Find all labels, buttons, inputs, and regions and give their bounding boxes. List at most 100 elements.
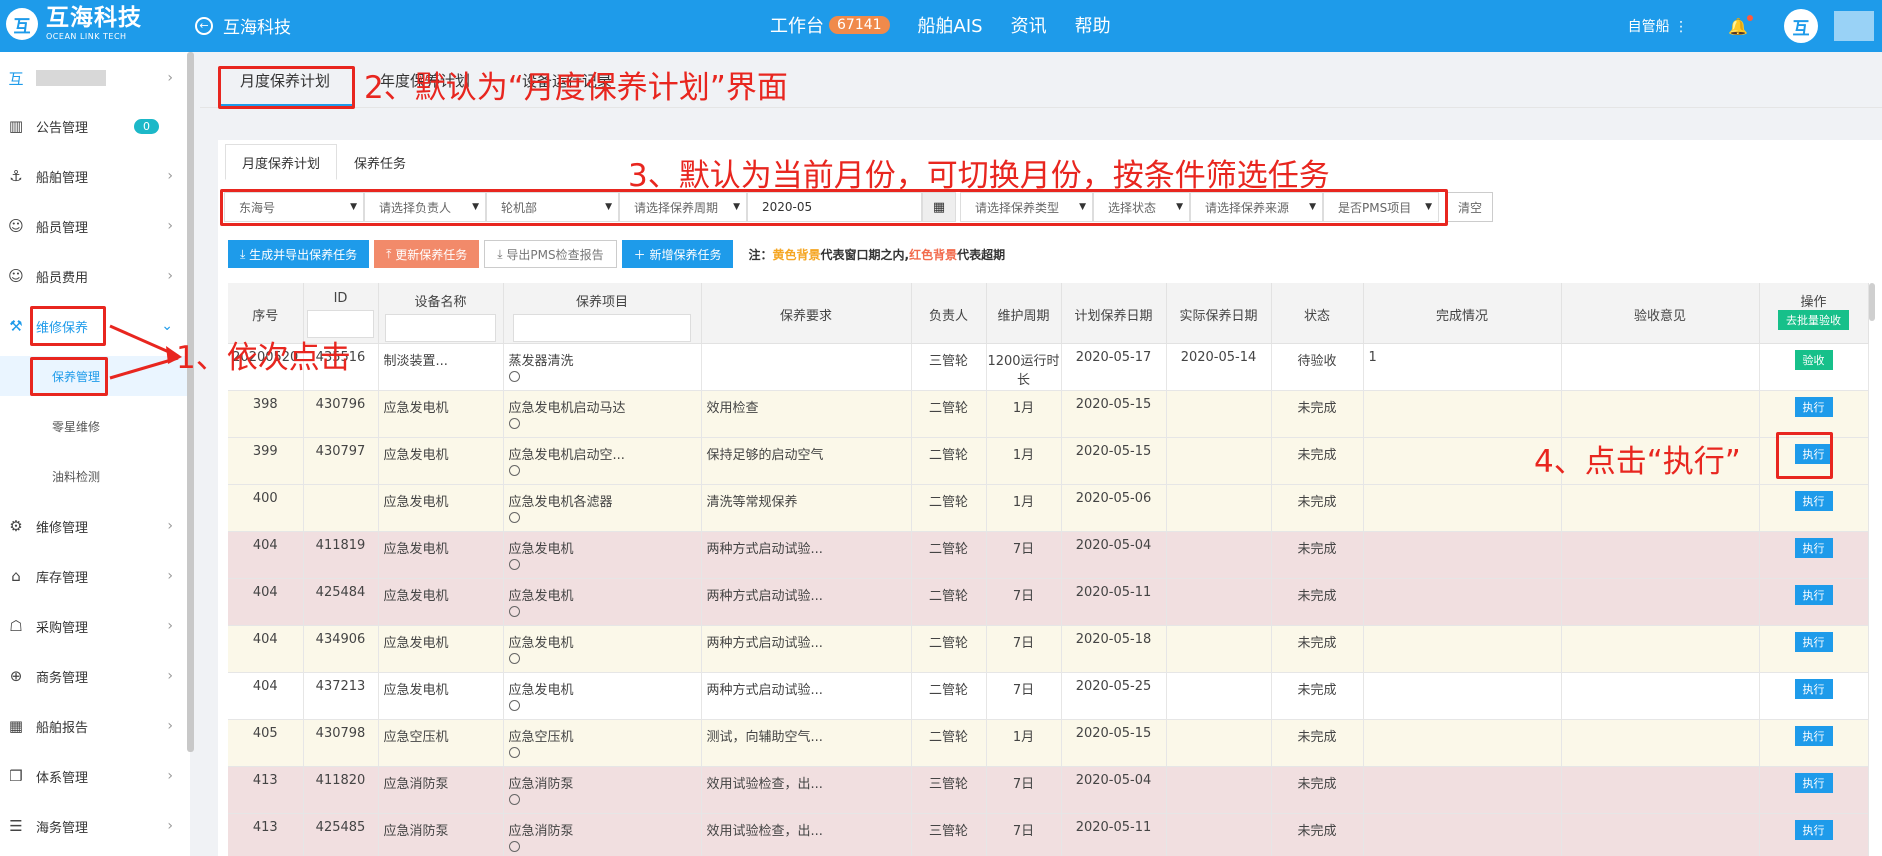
execute-button[interactable]: 执行 <box>1794 631 1833 652</box>
inner-tab-monthly-plan[interactable]: 月度保养计划 <box>225 144 338 180</box>
sidebar-item-repair-mgmt[interactable]: ⚙ 维修管理 › <box>0 506 187 546</box>
col-header-label: 状态 <box>1303 309 1330 324</box>
cell-no-text: 404 <box>252 537 278 553</box>
execute-button[interactable]: 执行 <box>1794 396 1833 417</box>
device-filter-input[interactable] <box>384 314 497 342</box>
cell-opinion <box>1561 719 1760 767</box>
table-row: 404 437213 应急发电机 应急发电机 两种方式启动试验... 二管轮 7日 2020-… <box>228 672 1869 720</box>
execute-button[interactable]: 执行 <box>1794 725 1833 746</box>
cell-period-text: 1月 <box>1012 729 1035 745</box>
sidebar-item-ships[interactable]: ⚓ 船舶管理 › <box>0 156 187 196</box>
back-link[interactable]: ← 互海科技 <box>195 13 291 38</box>
cell-period-text: 7日 <box>1012 682 1035 698</box>
anchor-icon: ⚓ <box>9 167 23 185</box>
sidebar-item-purchasing[interactable]: ☖ 采购管理 › <box>0 606 187 646</box>
cell-completion: 1 <box>1363 343 1562 391</box>
generate-export-button[interactable]: ⤓ 生成并导出保养任务 <box>228 240 370 268</box>
update-tasks-button[interactable]: ⤒ 更新保养任务 <box>374 240 480 268</box>
sidebar-item-system[interactable]: ❒ 体系管理 › <box>0 756 187 796</box>
accept-button[interactable]: 验收 <box>1794 349 1833 370</box>
sidebar-item-announcements[interactable]: ▥ 公告管理 0 <box>0 106 187 146</box>
sidebar-item-marine[interactable]: ☰ 海务管理 › <box>0 806 187 846</box>
cell-owner: 二管轮 <box>911 484 987 532</box>
ship-selector[interactable]: 自管船 ⋮ <box>1628 16 1688 36</box>
cell-completion <box>1363 578 1562 626</box>
cell-id <box>303 484 379 532</box>
cell-id-text: 430797 <box>315 443 366 459</box>
cell-requirement-text: 效用试验检查，出... <box>706 823 823 839</box>
sidebar-subitem-label: 油料检测 <box>52 469 101 484</box>
cell-status: 未完成 <box>1271 813 1364 856</box>
nav-news[interactable]: 资讯 <box>1011 12 1047 38</box>
execute-button[interactable]: 执行 <box>1794 584 1833 605</box>
cell-requirement: 两种方式启动试验... <box>701 672 912 720</box>
cell-item-text: 应急发电机 <box>508 635 574 651</box>
clock-icon <box>508 793 520 805</box>
annotation-arrows <box>109 324 182 380</box>
col-header-period: 维护周期 <box>986 283 1062 344</box>
cell-requirement: 效用试验检查，出... <box>701 813 912 856</box>
logo[interactable]: 互 互海科技 OCEAN LINK TECH <box>6 7 142 41</box>
cell-completion <box>1363 813 1562 856</box>
sidebar-scrollbar[interactable] <box>187 52 194 752</box>
cell-actions: 执行 <box>1759 484 1869 532</box>
add-task-button[interactable]: ＋ 新增保养任务 <box>621 240 734 268</box>
cell-plan-date: 2020-05-11 <box>1061 813 1167 856</box>
inner-tab-tasks[interactable]: 保养任务 <box>337 144 423 180</box>
tool-icon: ⚒ <box>9 317 23 335</box>
avatar[interactable]: 互 <box>1784 9 1818 43</box>
sidebar-item-label: 船员管理 <box>36 220 89 236</box>
cell-device-text: 应急消防泵 <box>383 823 449 839</box>
cell-item: 应急发电机 <box>503 625 702 673</box>
cell-period-text: 7日 <box>1012 635 1035 651</box>
table-scrollbar[interactable] <box>1869 283 1875 321</box>
execute-button[interactable]: 执行 <box>1794 819 1833 840</box>
clear-button[interactable]: 清空 <box>1447 192 1494 222</box>
cell-no-text: 404 <box>252 584 278 600</box>
cell-no: 398 <box>228 390 304 438</box>
cell-device: 应急发电机 <box>378 531 504 579</box>
cell-device-text: 应急发电机 <box>383 588 449 604</box>
nav-help[interactable]: 帮助 <box>1075 12 1111 38</box>
note-red: 红色背景 <box>909 247 958 262</box>
cell-period-text: 1月 <box>1012 447 1035 463</box>
sidebar-item-crew-costs[interactable]: ☺ 船员费用 › <box>0 256 187 296</box>
sidebar-item-ship-reports[interactable]: ▦ 船舶报告 › <box>0 706 187 746</box>
cell-id: 430798 <box>303 719 379 767</box>
sidebar-item-label: 船员费用 <box>36 270 89 286</box>
cell-plan-date: 2020-05-18 <box>1061 625 1167 673</box>
execute-button[interactable]: 执行 <box>1794 537 1833 558</box>
execute-button[interactable]: 执行 <box>1794 678 1833 699</box>
cell-status: 未完成 <box>1271 719 1364 767</box>
nav-workbench[interactable]: 工作台 67141 <box>770 12 890 38</box>
chevron-right-icon: › <box>167 718 173 734</box>
sidebar: 互 › ▥ 公告管理 0 ⚓ 船舶管理 › ☺ 船员管理 › ☺ 船员费用 › … <box>0 52 194 856</box>
sidebar-subitem-repairs[interactable]: 零星维修 <box>0 406 187 446</box>
cell-actual-date <box>1166 484 1272 532</box>
col-header-label: 保养项目 <box>575 295 628 310</box>
execute-button[interactable]: 执行 <box>1794 772 1833 793</box>
cell-owner-text: 二管轮 <box>928 541 968 557</box>
cell-opinion <box>1561 390 1760 438</box>
company-logo-icon: 互 <box>8 69 24 88</box>
sidebar-item-crew[interactable]: ☺ 船员管理 › <box>0 206 187 246</box>
cell-plan-date-text: 2020-05-11 <box>1075 819 1152 835</box>
sidebar-subitem-oil-test[interactable]: 油料检测 <box>0 456 187 496</box>
cell-status: 待验收 <box>1271 343 1364 391</box>
annotation-box-upkeep <box>30 357 108 396</box>
cell-completion <box>1363 766 1562 814</box>
sidebar-item-business[interactable]: ⊕ 商务管理 › <box>0 656 187 696</box>
sidebar-company[interactable]: 互 › <box>0 58 187 98</box>
cell-device-text: 应急发电机 <box>383 494 449 510</box>
cell-item-text: 应急发电机启动马达 <box>508 400 626 416</box>
batch-accept-button[interactable]: 去批量验收 <box>1778 310 1849 330</box>
execute-button[interactable]: 执行 <box>1794 490 1833 511</box>
cell-requirement-text: 清洗等常规保养 <box>706 494 798 510</box>
nav-ais[interactable]: 船舶AIS <box>918 12 983 38</box>
cell-item: 应急空压机 <box>503 719 702 767</box>
sidebar-item-inventory[interactable]: ⌂ 库存管理 › <box>0 556 187 596</box>
bell-icon[interactable]: 🔔 <box>1728 14 1753 36</box>
item-filter-input[interactable] <box>513 314 691 342</box>
export-pms-button[interactable]: ⤓ 导出PMS检查报告 <box>484 240 617 268</box>
cell-period-text: 1200运行时长 <box>987 353 1060 388</box>
